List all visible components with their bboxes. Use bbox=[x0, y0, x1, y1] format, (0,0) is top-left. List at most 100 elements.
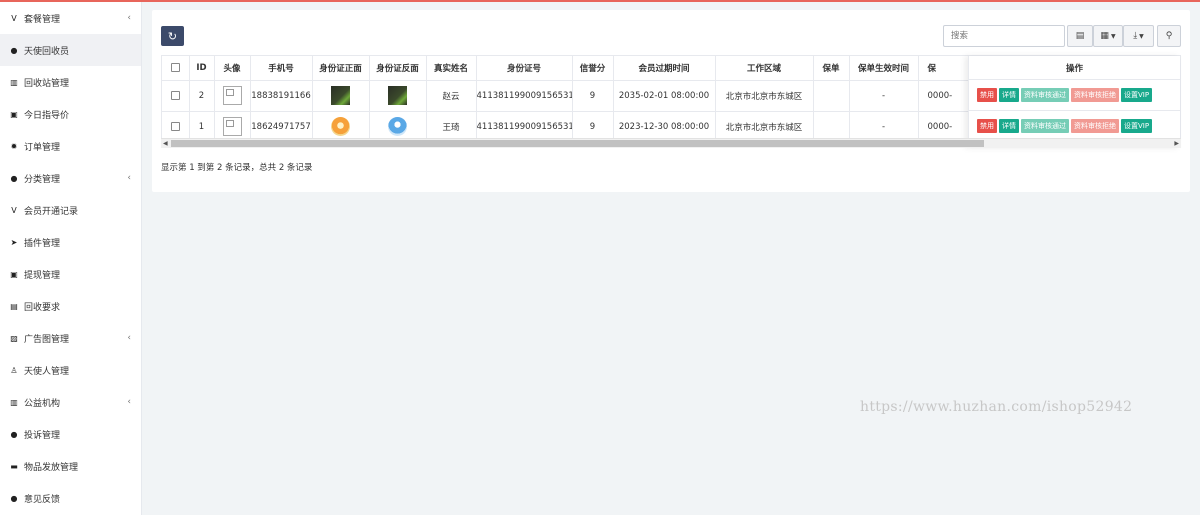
column-header-avatar: 头像 bbox=[214, 56, 251, 81]
pagination-summary: 显示第 1 到第 2 条记录，总共 2 条记录 bbox=[161, 163, 313, 173]
id-back-image[interactable] bbox=[388, 86, 407, 105]
sidebar-item[interactable]: V 套餐管理 ‹ bbox=[0, 2, 141, 34]
sidebar-item-label: 今日指导价 bbox=[24, 110, 70, 121]
row-checkbox[interactable] bbox=[170, 121, 180, 131]
chevron-left-icon: ‹ bbox=[127, 13, 131, 23]
row-checkbox-cell[interactable] bbox=[162, 80, 190, 112]
file-text-icon: ▤ bbox=[10, 301, 18, 311]
set-vip-button[interactable]: 设置VIP bbox=[1121, 119, 1153, 133]
cell-work-area: 北京市北京市东城区 bbox=[715, 80, 814, 112]
details-button[interactable]: 详情 bbox=[999, 119, 1019, 133]
cell-id-front bbox=[312, 80, 370, 112]
column-header-id[interactable]: ID bbox=[189, 56, 215, 81]
cell-id-number: 411381199009156531 bbox=[476, 80, 573, 112]
sidebar-item[interactable]: ▤ 回收要求 bbox=[0, 290, 141, 322]
cell-id: 2 bbox=[189, 80, 215, 112]
sidebar-item[interactable]: ● 天使回收员 bbox=[0, 34, 141, 66]
column-header-expire-time: 会员过期时间 bbox=[613, 56, 716, 81]
chevron-left-icon: ‹ bbox=[127, 333, 131, 343]
sidebar-item[interactable]: ♙ 天使人管理 bbox=[0, 354, 141, 386]
id-back-image[interactable] bbox=[388, 117, 407, 136]
reject-profile-button[interactable]: 资料审核拒绝 bbox=[1071, 119, 1119, 133]
column-header-work-area: 工作区域 bbox=[715, 56, 814, 81]
sidebar-item-label: 天使回收员 bbox=[24, 46, 70, 57]
sidebar-item[interactable]: ➤ 插件管理 bbox=[0, 226, 141, 258]
chevron-left-icon: ‹ bbox=[127, 173, 131, 183]
institution-icon: ▥ bbox=[10, 77, 18, 87]
sidebar-item[interactable]: ● 意见反馈 bbox=[0, 482, 141, 514]
cell-policy bbox=[813, 80, 850, 112]
sidebar-item-label: 投诉管理 bbox=[24, 430, 61, 441]
approve-profile-button[interactable]: 资料审核通过 bbox=[1021, 88, 1069, 102]
details-button[interactable]: 详情 bbox=[999, 88, 1019, 102]
approve-profile-button[interactable]: 资料审核通过 bbox=[1021, 119, 1069, 133]
scroll-right-icon[interactable]: ▶ bbox=[1174, 140, 1179, 147]
watermark-text: https://www.huzhan.com/ishop52942 bbox=[860, 399, 1133, 415]
sidebar-item[interactable]: ▨ 广告图管理 ‹ bbox=[0, 322, 141, 354]
sidebar-item-label: 广告图管理 bbox=[24, 334, 70, 345]
horizontal-scrollbar[interactable]: ◀ ▶ bbox=[161, 138, 1181, 148]
column-header-credit-score: 信誉分 bbox=[572, 56, 614, 81]
top-accent-line bbox=[0, 0, 1200, 2]
disable-button[interactable]: 禁用 bbox=[977, 119, 997, 133]
select-all-checkbox-cell[interactable] bbox=[162, 56, 190, 81]
vimeo-icon: V bbox=[11, 13, 17, 23]
cell-real-name: 赵云 bbox=[426, 80, 477, 112]
action-row: 禁用 详情 资料审核通过 资料审核拒绝 设置VIP bbox=[969, 80, 1180, 111]
select-all-checkbox[interactable] bbox=[170, 62, 180, 72]
column-header-real-name: 真实姓名 bbox=[426, 56, 477, 81]
sidebar-item[interactable]: ▥ 公益机构 ‹ bbox=[0, 386, 141, 418]
sidebar-item-label: 套餐管理 bbox=[24, 14, 61, 25]
sidebar-item-label: 天使人管理 bbox=[24, 366, 70, 377]
sidebar-item[interactable]: ▥ 回收站管理 bbox=[0, 66, 141, 98]
reject-profile-button[interactable]: 资料审核拒绝 bbox=[1071, 88, 1119, 102]
cell-policy-time: - bbox=[849, 80, 919, 112]
gear-icon: ✹ bbox=[10, 141, 18, 151]
action-column: 操作 禁用 详情 资料审核通过 资料审核拒绝 设置VIP 禁用 详情 资料审核通过 资料审核拒绝… bbox=[968, 56, 1180, 148]
comment-icon: ● bbox=[10, 429, 18, 439]
table-area: ID 头像 手机号 身份证正面 身份证反面 真实姓名 身份证号 信誉分 会员过期… bbox=[152, 10, 1190, 192]
row-checkbox[interactable] bbox=[170, 90, 180, 100]
sidebar-item[interactable]: ▣ 提现管理 bbox=[0, 258, 141, 290]
sidebar-item-label: 会员开通记录 bbox=[24, 206, 79, 217]
chevron-left-icon: ‹ bbox=[127, 397, 131, 407]
cell-expire-time: 2035-02-01 08:00:00 bbox=[613, 80, 716, 112]
sidebar-item[interactable]: ● 分类管理 ‹ bbox=[0, 162, 141, 194]
circle-icon: ● bbox=[10, 173, 18, 183]
sidebar-item-label: 插件管理 bbox=[24, 238, 61, 249]
sidebar-item[interactable]: V 会员开通记录 bbox=[0, 194, 141, 226]
sidebar-item[interactable]: ▬ 物品发放管理 bbox=[0, 450, 141, 482]
set-vip-button[interactable]: 设置VIP bbox=[1121, 88, 1153, 102]
sidebar-item-label: 物品发放管理 bbox=[24, 462, 79, 473]
column-header-id-front: 身份证正面 bbox=[312, 56, 370, 81]
id-front-image[interactable] bbox=[331, 86, 350, 105]
column-header-policy-time: 保单生效时间 bbox=[849, 56, 919, 81]
comments-icon: ● bbox=[10, 493, 18, 503]
cell-phone: 18838191166 bbox=[250, 80, 313, 112]
column-header-id-back: 身份证反面 bbox=[369, 56, 427, 81]
sidebar-item[interactable]: ● 投诉管理 bbox=[0, 418, 141, 450]
avatar bbox=[222, 117, 242, 136]
avatar bbox=[222, 86, 242, 105]
money-icon: ▣ bbox=[10, 269, 18, 279]
sidebar: V 套餐管理 ‹ ● 天使回收员 ▥ 回收站管理 ▣ 今日指导价 ✹ 订单管理 ● 分类管理 ‹ V 会员开通… bbox=[0, 2, 142, 515]
column-header-actions: 操作 bbox=[969, 56, 1180, 80]
scroll-left-icon[interactable]: ◀ bbox=[163, 140, 168, 147]
vimeo-square-icon: V bbox=[11, 205, 17, 215]
institution-icon: ▥ bbox=[10, 397, 18, 407]
sidebar-item-label: 提现管理 bbox=[24, 270, 61, 281]
disable-button[interactable]: 禁用 bbox=[977, 88, 997, 102]
sidebar-item-label: 意见反馈 bbox=[24, 494, 61, 505]
user-circle-icon: ● bbox=[10, 45, 18, 55]
sidebar-item[interactable]: ▣ 今日指导价 bbox=[0, 98, 141, 130]
id-front-image[interactable] bbox=[331, 117, 350, 136]
user-icon: ♙ bbox=[10, 365, 18, 375]
sidebar-item-label: 回收要求 bbox=[24, 302, 61, 313]
image-icon: ▨ bbox=[10, 333, 18, 343]
scrollbar-thumb[interactable] bbox=[171, 140, 984, 147]
cell-id-back bbox=[369, 80, 427, 112]
cell-credit-score: 9 bbox=[572, 80, 614, 112]
column-header-phone: 手机号 bbox=[250, 56, 313, 81]
column-header-policy: 保单 bbox=[813, 56, 850, 81]
sidebar-item[interactable]: ✹ 订单管理 bbox=[0, 130, 141, 162]
